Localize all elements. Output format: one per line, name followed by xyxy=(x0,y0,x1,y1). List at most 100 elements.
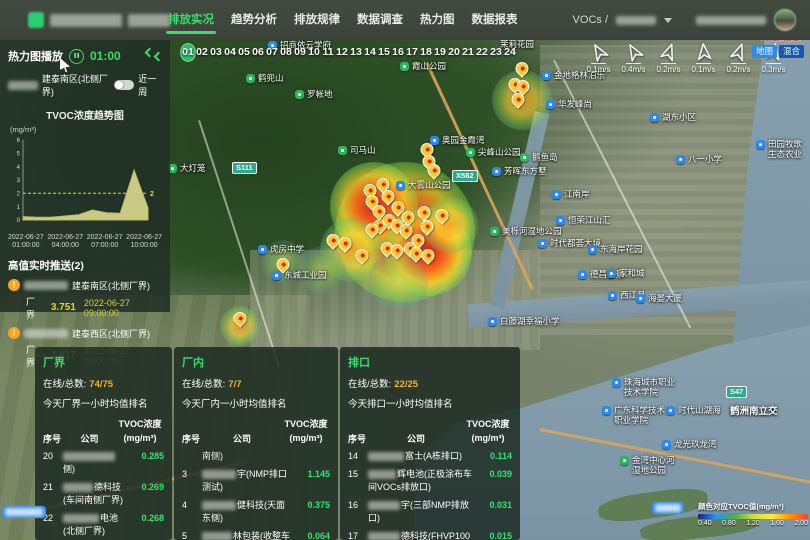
pause-icon[interactable] xyxy=(69,49,84,64)
period-toggle[interactable] xyxy=(114,80,134,90)
timeline-hour-24[interactable]: 24 xyxy=(503,44,517,61)
redacted-company-name xyxy=(368,532,400,540)
row-no: 15 xyxy=(348,468,368,481)
timeline-hour-18[interactable]: 18 xyxy=(419,44,433,61)
timeline-hour-15[interactable]: 15 xyxy=(377,44,391,61)
map-type-map-button[interactable]: 地图 xyxy=(752,45,777,58)
warning-icon: ! xyxy=(8,327,20,339)
park-icon xyxy=(295,90,304,99)
tab-3[interactable]: 排放规律 xyxy=(292,0,342,40)
table-row[interactable]: 14富士(A栋排口)0.114 xyxy=(348,450,512,463)
timeline-hour-08[interactable]: 08 xyxy=(279,44,293,61)
wind-arrow-icon xyxy=(656,39,682,65)
value-cell: 0.064 xyxy=(292,530,330,540)
monitoring-site-pin[interactable] xyxy=(433,206,451,224)
chart-title: TVOC浓度趋势图 xyxy=(8,107,162,122)
company-cell: 南侧) xyxy=(202,450,292,463)
timeline-hour-23[interactable]: 23 xyxy=(489,44,503,61)
legend-tick: 0.40 xyxy=(698,520,712,527)
table-rows: 20侧)0.285 21德科技(车间南侧厂界)0.269 22电池(北侧厂界)0.2… xyxy=(43,450,164,540)
timeline-hour-09[interactable]: 09 xyxy=(293,44,307,61)
timeline-hour-02[interactable]: 02 xyxy=(195,44,209,61)
value-cell: 0.375 xyxy=(292,499,330,512)
chevron-left-icon[interactable] xyxy=(145,48,155,58)
timeline-hour-12[interactable]: 12 xyxy=(335,44,349,61)
timeline-hour-05[interactable]: 05 xyxy=(237,44,251,61)
timeline-hour-17[interactable]: 17 xyxy=(405,44,419,61)
timeline-hour-01[interactable]: 01 xyxy=(181,44,195,61)
redacted-company-name xyxy=(202,470,236,479)
timeline-hour-21[interactable]: 21 xyxy=(461,44,475,61)
online-label: 在线/总数: xyxy=(348,379,391,390)
timeline-hour-16[interactable]: 16 xyxy=(391,44,405,61)
tab-4[interactable]: 数据调查 xyxy=(355,0,405,40)
online-count: 在线/总数:74/75 xyxy=(43,376,164,390)
monitoring-site-pin[interactable] xyxy=(415,203,433,221)
poi-icon xyxy=(636,294,645,303)
table-row[interactable]: 17德科技(FHVP1007)0.015 xyxy=(348,530,512,540)
timeline-hour-03[interactable]: 03 xyxy=(209,44,223,61)
tab-5[interactable]: 热力图 xyxy=(418,0,457,40)
map-label: 司马山 xyxy=(338,146,376,156)
tab-1[interactable]: 排放实况 xyxy=(166,0,216,40)
wind-arrow-icon xyxy=(620,38,647,65)
map-label-text: 东海岸花园 xyxy=(600,245,643,255)
park-icon xyxy=(620,456,629,465)
monitoring-site-pin[interactable] xyxy=(513,59,531,77)
company-cell: 宇(NMP排口测试) xyxy=(202,468,292,494)
timeline-hour-04[interactable]: 04 xyxy=(223,44,237,61)
table-row[interactable]: 21德科技(车间南侧厂界)0.269 xyxy=(43,481,164,507)
map-label-text: 奥园金霞湾 xyxy=(442,136,485,146)
ranking-panel-in-factory: 厂内 在线/总数:7/7 今天厂内一小时均值排名 序号 公司 TVOC浓度(mg… xyxy=(174,347,338,540)
chevron-down-icon[interactable] xyxy=(664,18,672,23)
timeline-hour-10[interactable]: 10 xyxy=(307,44,321,61)
table-row[interactable]: 20侧)0.285 xyxy=(43,450,164,476)
col-no: 序号 xyxy=(348,432,368,445)
push-item[interactable]: !建泰南区(北侧厂界)厂界3.7512022-06-27 09:00:00 xyxy=(8,279,162,321)
logo-icon xyxy=(28,12,44,28)
legend-tick: 0.80 xyxy=(722,520,736,527)
map-type-hybrid-button[interactable]: 混合 xyxy=(779,45,804,58)
timeline-hour-22[interactable]: 22 xyxy=(475,44,489,61)
push-time: 2022-06-27 09:00:00 xyxy=(84,298,162,318)
timeline-hour-13[interactable]: 13 xyxy=(349,44,363,61)
table-row[interactable]: 15辉电池(正极涂布车间VOCs排放口)0.039 xyxy=(348,468,512,494)
table-row[interactable]: 16宇(三部NMP排放口)0.031 xyxy=(348,499,512,525)
chart-x-ticks: 2022-06-2701:00:002022-06-2704:00:002022… xyxy=(8,234,162,251)
wind-indicator-4: 0.1m/s xyxy=(691,42,716,74)
poi-icon xyxy=(578,270,587,279)
map-label-text: 华发峰尚 xyxy=(558,100,592,110)
poi-icon xyxy=(546,100,555,109)
map-label: 白藤湖幸福小学 xyxy=(488,317,560,327)
poi-icon xyxy=(488,317,497,326)
value-cell: 0.039 xyxy=(474,468,512,481)
value-cell: 0.031 xyxy=(474,499,512,512)
map-label-text: 司马山 xyxy=(350,146,376,156)
road-shield: S47 xyxy=(726,386,747,398)
chart-x-tick: 2022-06-2701:00:00 xyxy=(8,234,44,251)
monitoring-site-pin[interactable] xyxy=(418,217,436,235)
table-row[interactable]: 4健科技(天面东侧)0.375 xyxy=(182,499,330,525)
table-row[interactable]: 22电池(北侧厂界)0.268 xyxy=(43,512,164,538)
legend-ticks: 0.400.801.201.602.00 xyxy=(698,520,808,527)
tab-6[interactable]: 数据报表 xyxy=(470,0,520,40)
tab-2[interactable]: 趋势分析 xyxy=(229,0,279,40)
map-label-text: 白藤湖幸福小学 xyxy=(500,317,560,327)
timeline-hour-19[interactable]: 19 xyxy=(433,44,447,61)
playback-controls: 热力图播放 01:00 xyxy=(8,48,162,64)
panel-subtitle: 今天排口一小时均值排名 xyxy=(348,396,512,410)
poi-icon xyxy=(396,181,405,190)
poi-icon xyxy=(756,140,765,149)
timeline-hour-06[interactable]: 06 xyxy=(251,44,265,61)
redacted-company-name xyxy=(368,501,400,510)
timeline-hour-07[interactable]: 07 xyxy=(265,44,279,61)
timeline-hour-14[interactable]: 14 xyxy=(363,44,377,61)
timeline-hour-20[interactable]: 20 xyxy=(447,44,461,61)
online-label: 在线/总数: xyxy=(182,379,225,390)
timeline-hour-11[interactable]: 11 xyxy=(321,44,335,61)
heatmap-playback-panel: 热力图播放 01:00 建泰南区(北侧厂界) 近一周 TVOC浓度趋势图 (mg… xyxy=(0,40,170,312)
user-avatar[interactable] xyxy=(774,9,796,31)
table-row[interactable]: 3宇(NMP排口测试)1.145 xyxy=(182,468,330,494)
table-row[interactable]: 5林包装(收整车间门口)0.064 xyxy=(182,530,330,540)
period-label: 近一周 xyxy=(138,72,162,98)
